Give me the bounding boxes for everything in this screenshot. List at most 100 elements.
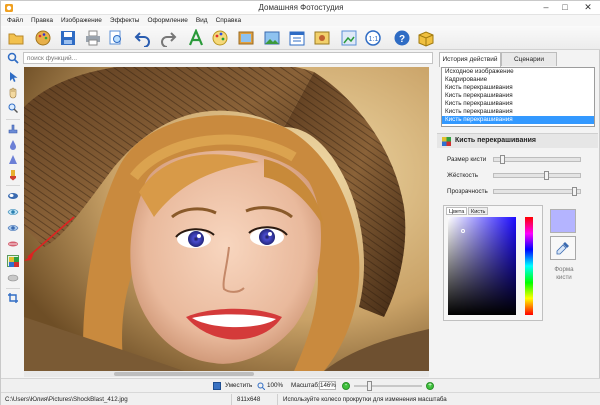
menu-file[interactable]: Файл bbox=[7, 17, 23, 24]
history-item[interactable]: Кисть перекрашивания bbox=[442, 100, 594, 108]
redeye-tool[interactable] bbox=[7, 222, 19, 234]
gallery-button[interactable] bbox=[34, 29, 52, 47]
zoom-slider-thumb[interactable] bbox=[367, 381, 372, 391]
eye-tool[interactable] bbox=[7, 206, 19, 218]
calendar-button[interactable] bbox=[288, 29, 306, 47]
update-button[interactable] bbox=[417, 29, 435, 47]
history-item[interactable]: Кисть перекрашивания bbox=[442, 116, 594, 124]
zoom-out-button[interactable]: - bbox=[342, 382, 350, 390]
brush-size-slider[interactable] bbox=[493, 155, 581, 164]
minimize-button[interactable]: – bbox=[537, 1, 555, 14]
zoom-label: Масштаб: bbox=[291, 382, 320, 389]
photo-canvas[interactable] bbox=[24, 67, 429, 371]
opacity-slider[interactable] bbox=[493, 187, 581, 196]
sharpen-tool[interactable] bbox=[7, 154, 19, 166]
history-item[interactable]: Кисть перекрашивания bbox=[442, 108, 594, 116]
brush-tool[interactable] bbox=[7, 169, 19, 181]
tool-title: Кисть перекрашивания bbox=[455, 137, 536, 144]
zoom-tool[interactable] bbox=[7, 102, 19, 114]
hardness-slider[interactable] bbox=[493, 171, 581, 180]
menu-help[interactable]: Справка bbox=[216, 17, 242, 24]
tab-colors[interactable]: Цвета bbox=[446, 207, 468, 215]
search-icon[interactable] bbox=[7, 52, 19, 64]
fit-icon[interactable] bbox=[213, 382, 221, 390]
zoom-slider[interactable] bbox=[354, 385, 422, 387]
maximize-button[interactable]: □ bbox=[556, 1, 574, 14]
zoom-100-button[interactable]: 100% bbox=[267, 382, 283, 389]
tools-sidebar bbox=[4, 67, 22, 377]
slider-thumb[interactable] bbox=[544, 171, 549, 180]
status-hint: Используйте колесо прокрутки для изменен… bbox=[283, 396, 447, 403]
tab-scenarios[interactable]: Сценарии bbox=[501, 52, 557, 66]
right-panel: История действий Сценарии Исходное изобр… bbox=[437, 50, 598, 377]
eyedropper-button[interactable] bbox=[550, 236, 576, 260]
title-bar: Домашняя Фотостудия – □ ✕ bbox=[1, 1, 600, 15]
menu-effects[interactable]: Эффекты bbox=[110, 17, 140, 24]
history-item[interactable]: Исходное изображение bbox=[442, 68, 594, 76]
gradient-tool[interactable] bbox=[7, 272, 19, 284]
recolor-brush-tool[interactable] bbox=[7, 255, 19, 267]
recolor-icon bbox=[442, 137, 451, 146]
eyedropper-icon bbox=[556, 242, 569, 255]
menu-view[interactable]: Вид bbox=[196, 17, 208, 24]
print-button[interactable] bbox=[84, 29, 102, 47]
tab-brush[interactable]: Кисть bbox=[468, 207, 489, 215]
pill-icon bbox=[7, 274, 19, 282]
printer-icon bbox=[86, 30, 100, 46]
actual-size-button[interactable]: 1:1 bbox=[364, 29, 382, 47]
history-item[interactable]: Кадрирование bbox=[442, 76, 594, 84]
zoom-in-button[interactable]: + bbox=[426, 382, 434, 390]
crop-button[interactable] bbox=[340, 29, 358, 47]
text-a-icon bbox=[188, 28, 204, 46]
status-divider bbox=[231, 394, 232, 405]
hand-tool[interactable] bbox=[7, 87, 19, 99]
window-title: Домашняя Фотостудия bbox=[258, 3, 344, 12]
teeth-tool[interactable] bbox=[7, 238, 19, 250]
slider-thumb[interactable] bbox=[572, 187, 577, 196]
redo-button[interactable] bbox=[159, 29, 177, 48]
text-button[interactable] bbox=[187, 28, 205, 47]
undo-button[interactable] bbox=[134, 29, 152, 48]
paint-palette-icon bbox=[212, 30, 228, 46]
color-marker[interactable] bbox=[461, 229, 465, 233]
current-color-swatch[interactable] bbox=[550, 209, 576, 233]
clone-tool[interactable] bbox=[7, 124, 19, 136]
effects-button[interactable] bbox=[211, 29, 229, 47]
frames-button[interactable] bbox=[237, 29, 255, 47]
history-item[interactable]: Кисть перекрашивания bbox=[442, 92, 594, 100]
history-item[interactable]: Кисть перекрашивания bbox=[442, 84, 594, 92]
actual-size-icon[interactable] bbox=[257, 382, 265, 390]
pointer-tool[interactable] bbox=[7, 71, 19, 83]
status-bar: C:\Users\Юлия\Pictures\ShockBlast_412.jp… bbox=[1, 392, 600, 405]
crop-tool[interactable] bbox=[7, 292, 19, 304]
hue-slider[interactable] bbox=[525, 217, 533, 315]
menu-image[interactable]: Изображение bbox=[61, 17, 102, 24]
fit-button[interactable]: Уместить bbox=[225, 382, 252, 389]
history-list[interactable]: Исходное изображение Кадрирование Кисть … bbox=[441, 67, 595, 127]
preview-button[interactable] bbox=[107, 29, 125, 47]
tab-history[interactable]: История действий bbox=[439, 52, 501, 67]
search-input[interactable] bbox=[23, 52, 433, 64]
opacity-label: Прозрачность bbox=[447, 188, 488, 195]
open-folder-button[interactable] bbox=[7, 29, 25, 47]
close-button[interactable]: ✕ bbox=[576, 1, 600, 14]
save-button[interactable] bbox=[59, 29, 77, 47]
horizontal-scrollbar[interactable] bbox=[24, 371, 429, 377]
collage-button[interactable] bbox=[313, 29, 331, 47]
cone-icon bbox=[9, 155, 17, 164]
blur-tool[interactable] bbox=[7, 139, 19, 151]
slider-thumb[interactable] bbox=[500, 155, 505, 164]
menu-edit[interactable]: Правка bbox=[31, 17, 53, 24]
help-button[interactable]: ? bbox=[393, 29, 411, 47]
eraser-icon bbox=[8, 193, 18, 199]
image-button[interactable] bbox=[263, 29, 281, 47]
brush-shape-label[interactable]: Форма кисти bbox=[549, 266, 579, 282]
image-dimensions: 811x648 bbox=[237, 396, 261, 403]
scrollbar-thumb[interactable] bbox=[114, 372, 254, 376]
tools-divider bbox=[6, 288, 20, 289]
menu-design[interactable]: Оформление bbox=[147, 17, 187, 24]
lighten-tool[interactable] bbox=[7, 190, 19, 202]
zoom-value-field[interactable]: 146% bbox=[319, 381, 336, 390]
saturation-value-field[interactable] bbox=[448, 217, 516, 315]
undo-icon bbox=[134, 32, 150, 48]
